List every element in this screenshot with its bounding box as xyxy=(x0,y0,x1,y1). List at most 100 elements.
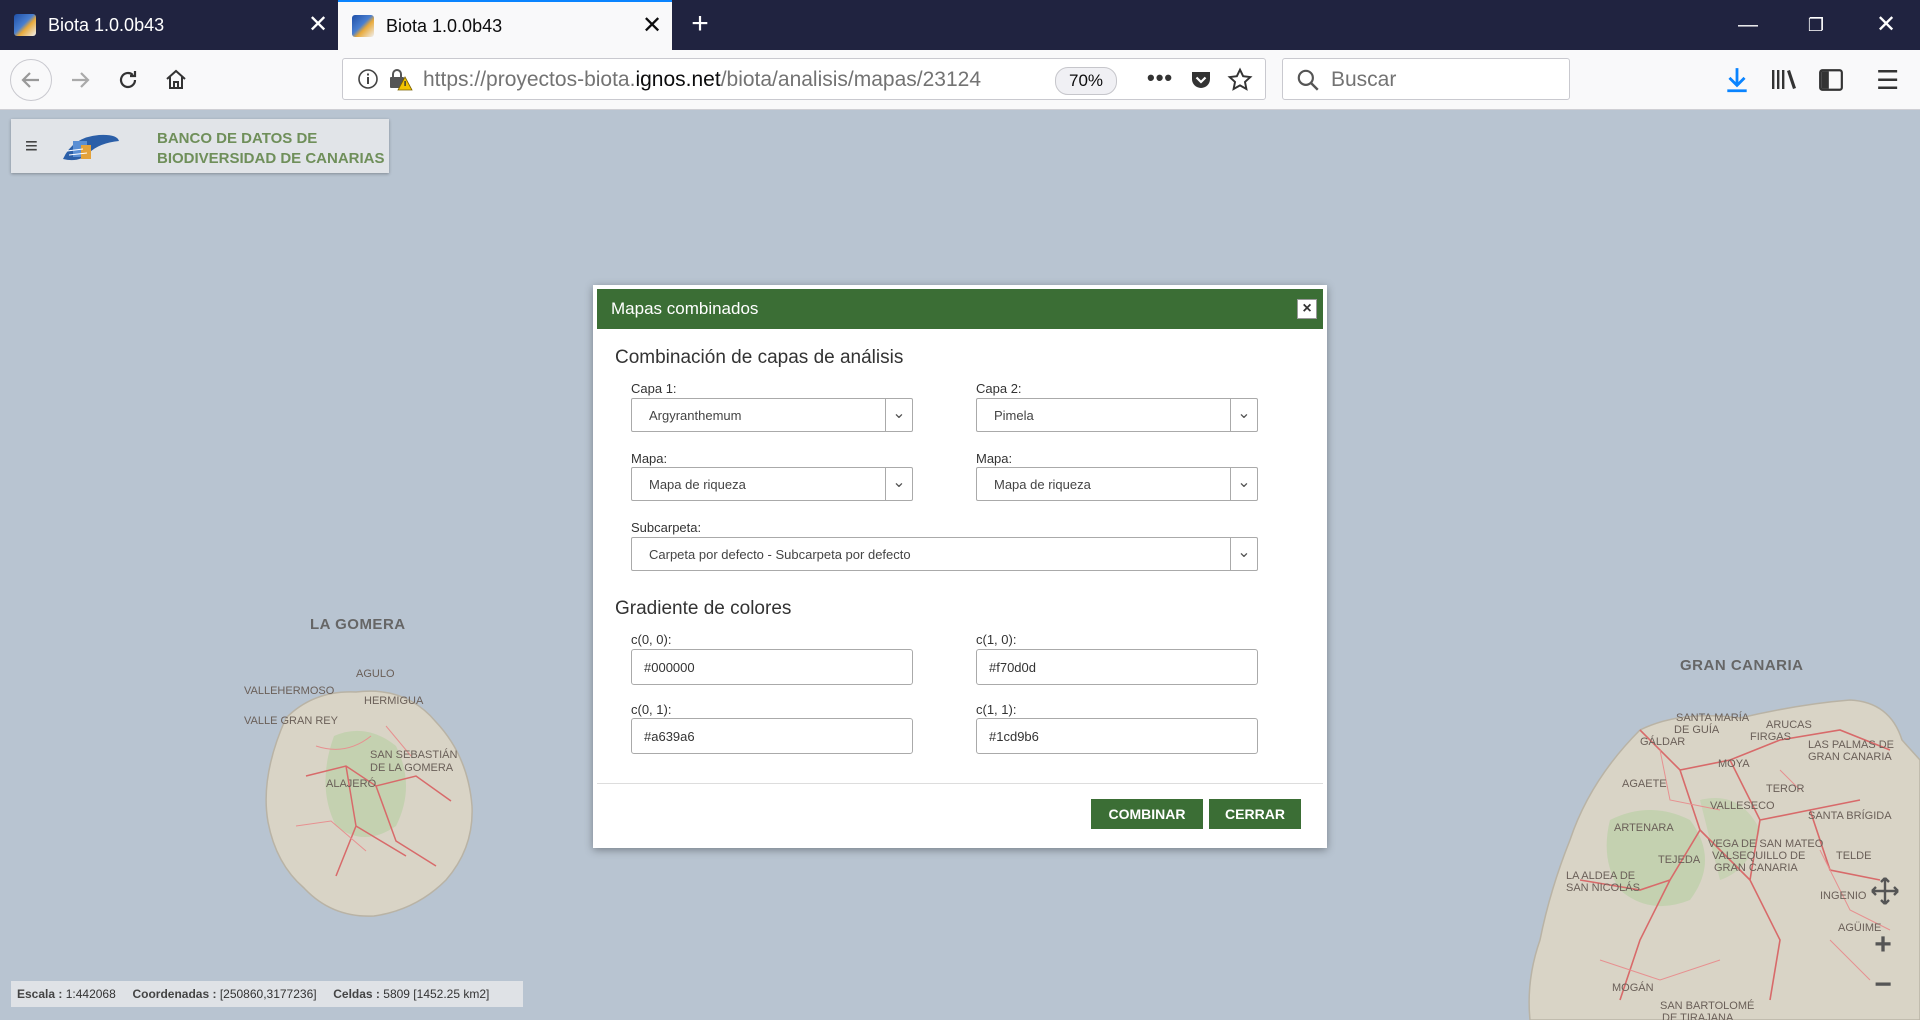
coordinates-label: Coordenadas : xyxy=(132,987,217,1001)
home-icon[interactable] xyxy=(156,60,196,100)
c01-label: c(0, 1): xyxy=(631,702,672,717)
place-label: SANTA MARÍA xyxy=(1676,712,1750,724)
place-label: SAN BARTOLOMÉ xyxy=(1660,1000,1755,1012)
lock-warning-icon[interactable] xyxy=(387,67,413,96)
star-icon[interactable] xyxy=(1227,67,1253,98)
zoom-out-icon[interactable]: − xyxy=(1866,968,1900,1002)
place-label: VALLEHERMOSO xyxy=(244,685,335,697)
place-label: VEGA DE SAN MATEO xyxy=(1708,838,1824,850)
select-value: Mapa de riqueza xyxy=(994,477,1091,492)
place-label: LA ALDEA DE xyxy=(1566,870,1636,882)
tab-close-icon[interactable]: ✕ xyxy=(632,14,672,38)
place-label: MOGÁN xyxy=(1612,982,1654,994)
minimize-icon[interactable]: — xyxy=(1714,0,1782,50)
place-label: ARTENARA xyxy=(1614,822,1674,834)
biota-logo-icon xyxy=(63,134,119,161)
sidebar-icon[interactable] xyxy=(1818,67,1844,98)
place-label: DE LA GOMERA xyxy=(370,762,454,774)
tab-title: Biota 1.0.0b43 xyxy=(386,15,503,36)
c11-label: c(1, 1): xyxy=(976,702,1017,717)
url-bar[interactable]: https://proyectos-biota.ignos.net/biota/… xyxy=(342,58,1266,100)
capa1-label: Capa 1: xyxy=(631,381,677,396)
mapa2-label: Mapa: xyxy=(976,451,1013,466)
tab-biota-1[interactable]: Biota 1.0.0b43 ✕ xyxy=(0,0,338,50)
biota-favicon-icon xyxy=(14,14,36,36)
island-label: GRAN CANARIA xyxy=(1680,657,1804,674)
dialog-divider xyxy=(597,783,1323,784)
biota-favicon-icon xyxy=(352,15,374,37)
menu-icon[interactable]: ☰ xyxy=(1876,66,1899,94)
tab-title: Biota 1.0.0b43 xyxy=(48,14,165,35)
c11-color-input[interactable] xyxy=(976,718,1258,754)
place-label: GRAN CANARIA xyxy=(1808,751,1892,763)
dialog-title: Mapas combinados xyxy=(611,299,759,318)
chevron-down-icon: ⌄ xyxy=(1230,399,1257,431)
restore-icon[interactable]: ❐ xyxy=(1782,0,1850,50)
cells-label: Celdas : xyxy=(333,987,380,1001)
place-label: LAS PALMAS DE xyxy=(1808,739,1894,751)
tab-strip: Biota 1.0.0b43 ✕ Biota 1.0.0b43 ✕ + — ❐ … xyxy=(0,0,1920,50)
chevron-down-icon: ⌄ xyxy=(885,399,912,431)
info-icon[interactable] xyxy=(357,68,379,95)
forward-icon[interactable] xyxy=(60,60,100,100)
c00-color-input[interactable] xyxy=(631,649,913,685)
library-icon[interactable] xyxy=(1770,67,1798,98)
cerrar-button[interactable]: CERRAR xyxy=(1209,799,1301,829)
place-label: DE TIRAJANA xyxy=(1662,1012,1734,1020)
tab-biota-2[interactable]: Biota 1.0.0b43 ✕ xyxy=(338,0,672,50)
island-label: LA GOMERA xyxy=(310,616,406,633)
subcarpeta-label: Subcarpeta: xyxy=(631,520,702,535)
reload-icon[interactable] xyxy=(108,60,148,100)
search-bar[interactable]: Buscar xyxy=(1282,58,1570,100)
app-header: ≡ BANCO DE DATOS DE BIODIVERSIDAD DE CAN… xyxy=(11,119,389,173)
c00-label: c(0, 0): xyxy=(631,632,672,647)
place-label: HERMIGUA xyxy=(364,695,424,707)
dialog-close-icon[interactable]: × xyxy=(1297,299,1317,319)
pan-icon[interactable] xyxy=(1868,876,1902,910)
place-label: TELDE xyxy=(1836,850,1872,862)
select-value: Mapa de riqueza xyxy=(649,477,746,492)
window-close-icon[interactable]: ✕ xyxy=(1852,0,1920,50)
scale-label: Escala : xyxy=(17,987,63,1001)
select-value: Pimela xyxy=(994,408,1034,423)
zoom-in-icon[interactable]: + xyxy=(1866,928,1900,962)
place-label: SAN SEBASTIÁN xyxy=(370,749,458,761)
download-icon[interactable] xyxy=(1724,66,1750,99)
new-tab-icon[interactable]: + xyxy=(682,6,718,42)
capa2-select[interactable]: Pimela ⌄ xyxy=(976,398,1258,432)
mapa1-select[interactable]: Mapa de riqueza ⌄ xyxy=(631,467,913,501)
navigation-bar: https://proyectos-biota.ignos.net/biota/… xyxy=(0,50,1920,110)
map-status-bar: Escala : 1:442068 Coordenadas : [250860,… xyxy=(11,981,523,1007)
place-label: SAN NICOLÁS xyxy=(1566,882,1640,894)
combinar-button[interactable]: COMBINAR xyxy=(1091,799,1203,829)
cells-value: 5809 [1452.25 km2] xyxy=(383,987,490,1001)
place-label: FIRGAS xyxy=(1750,731,1791,743)
mapa2-select[interactable]: Mapa de riqueza ⌄ xyxy=(976,467,1258,501)
mapa1-label: Mapa: xyxy=(631,451,668,466)
section-heading: Gradiente de colores xyxy=(615,598,792,619)
subcarpeta-select[interactable]: Carpeta por defecto - Subcarpeta por def… xyxy=(631,537,1258,571)
chevron-down-icon: ⌄ xyxy=(1230,468,1257,500)
pocket-icon[interactable] xyxy=(1189,68,1213,97)
place-label: VALLESECO xyxy=(1710,800,1775,812)
url-text: https://proyectos-biota.ignos.net/biota/… xyxy=(423,68,982,91)
tab-close-icon[interactable]: ✕ xyxy=(298,13,338,37)
chevron-down-icon: ⌄ xyxy=(1230,538,1257,570)
zoom-level-badge[interactable]: 70% xyxy=(1055,67,1117,95)
hamburger-menu-icon[interactable]: ≡ xyxy=(25,133,38,159)
c10-color-input[interactable] xyxy=(976,649,1258,685)
place-label: DE GUÍA xyxy=(1674,724,1720,736)
more-icon[interactable]: ••• xyxy=(1147,65,1173,91)
place-label: ALAJERÓ xyxy=(326,778,377,790)
capa1-select[interactable]: Argyranthemum ⌄ xyxy=(631,398,913,432)
back-icon[interactable] xyxy=(10,59,52,101)
search-placeholder: Buscar xyxy=(1331,68,1397,91)
select-value: Carpeta por defecto - Subcarpeta por def… xyxy=(649,547,911,562)
place-label: VALLE GRAN REY xyxy=(244,715,338,727)
c01-color-input[interactable] xyxy=(631,718,913,754)
capa2-label: Capa 2: xyxy=(976,381,1022,396)
dialog-titlebar[interactable]: Mapas combinados × xyxy=(597,289,1323,329)
place-label: INGENIO xyxy=(1820,890,1867,902)
chevron-down-icon: ⌄ xyxy=(885,468,912,500)
app-title-line: BANCO DE DATOS DE xyxy=(157,130,318,147)
